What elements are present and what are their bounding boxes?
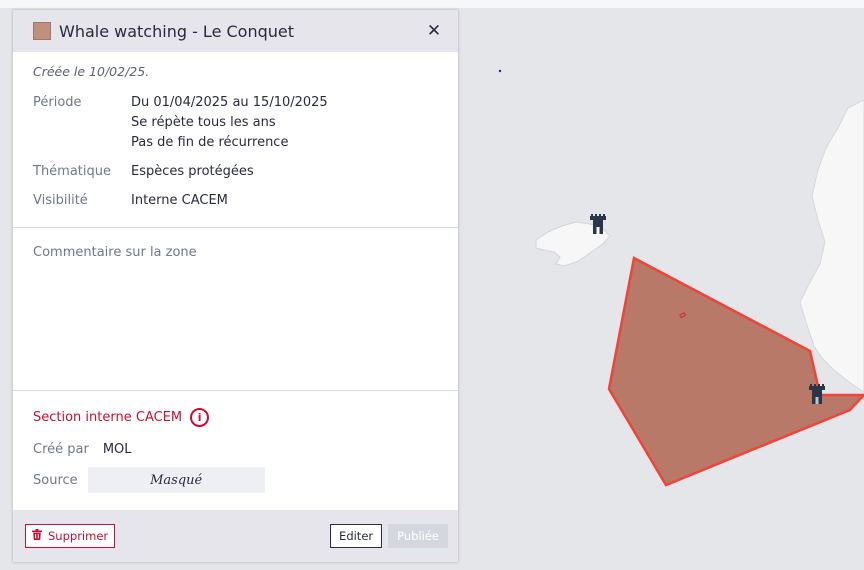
zone-title: Whale watching - Le Conquet [59, 21, 295, 41]
created-by-label: Créé par [33, 442, 89, 457]
internal-section-title: Section interne CACEM i [33, 408, 438, 427]
period-end: Pas de fin de récurrence [131, 135, 289, 150]
delete-label: Supprimer [48, 529, 109, 543]
zone-color-swatch [33, 22, 51, 40]
zone-summary: Créée le 10/02/25. Période Du 01/04/2025… [13, 52, 458, 228]
edit-button[interactable]: Editer [330, 524, 383, 548]
creation-date: Créée le 10/02/25. [33, 64, 150, 79]
trash-icon [32, 529, 42, 543]
zone-detail-panel: Whale watching - Le Conquet ✕ Créée le 1… [13, 10, 458, 562]
detail-value: Du 01/04/2025 au 15/10/2025 Se répète to… [131, 93, 328, 153]
internal-section-label: Section interne CACEM [33, 410, 183, 425]
comment-placeholder: Commentaire sur la zone [33, 245, 197, 260]
detail-row-visibility: Visibilité Interne CACEM [33, 191, 438, 211]
period-dates: Du 01/04/2025 au 15/10/2025 [131, 95, 328, 110]
period-recurrence: Se répète tous les ans [131, 115, 276, 130]
info-icon[interactable]: i [190, 408, 210, 427]
detail-value: Interne CACEM [131, 191, 228, 211]
created-by-row: Créé par MOL [33, 442, 438, 457]
detail-label: Période [33, 95, 82, 110]
detail-value: Espèces protégées [131, 162, 254, 182]
internal-section: Section interne CACEM i Créé par MOL Sou… [13, 391, 458, 511]
panel-footer: Supprimer Editer Publiée [13, 510, 458, 562]
detail-row-theme: Thématique Espèces protégées [33, 162, 438, 182]
map-point [498, 69, 502, 73]
detail-label: Thématique [33, 164, 112, 179]
comment-field[interactable]: Commentaire sur la zone [13, 228, 458, 391]
delete-button[interactable]: Supprimer [25, 524, 116, 548]
created-by-value: MOL [102, 442, 132, 457]
theme-value: Espèces protégées [131, 164, 254, 179]
source-label: Source [33, 472, 78, 488]
source-value-masked: Masqué [87, 467, 265, 493]
published-button: Publiée [388, 524, 448, 548]
detail-row-period: Période Du 01/04/2025 au 15/10/2025 Se r… [33, 93, 438, 153]
detail-label: Visibilité [33, 193, 88, 208]
source-row: Source Masqué [33, 467, 438, 493]
visibility-value: Interne CACEM [131, 193, 228, 208]
panel-header: Whale watching - Le Conquet ✕ [13, 10, 458, 52]
close-icon[interactable]: ✕ [424, 21, 444, 41]
